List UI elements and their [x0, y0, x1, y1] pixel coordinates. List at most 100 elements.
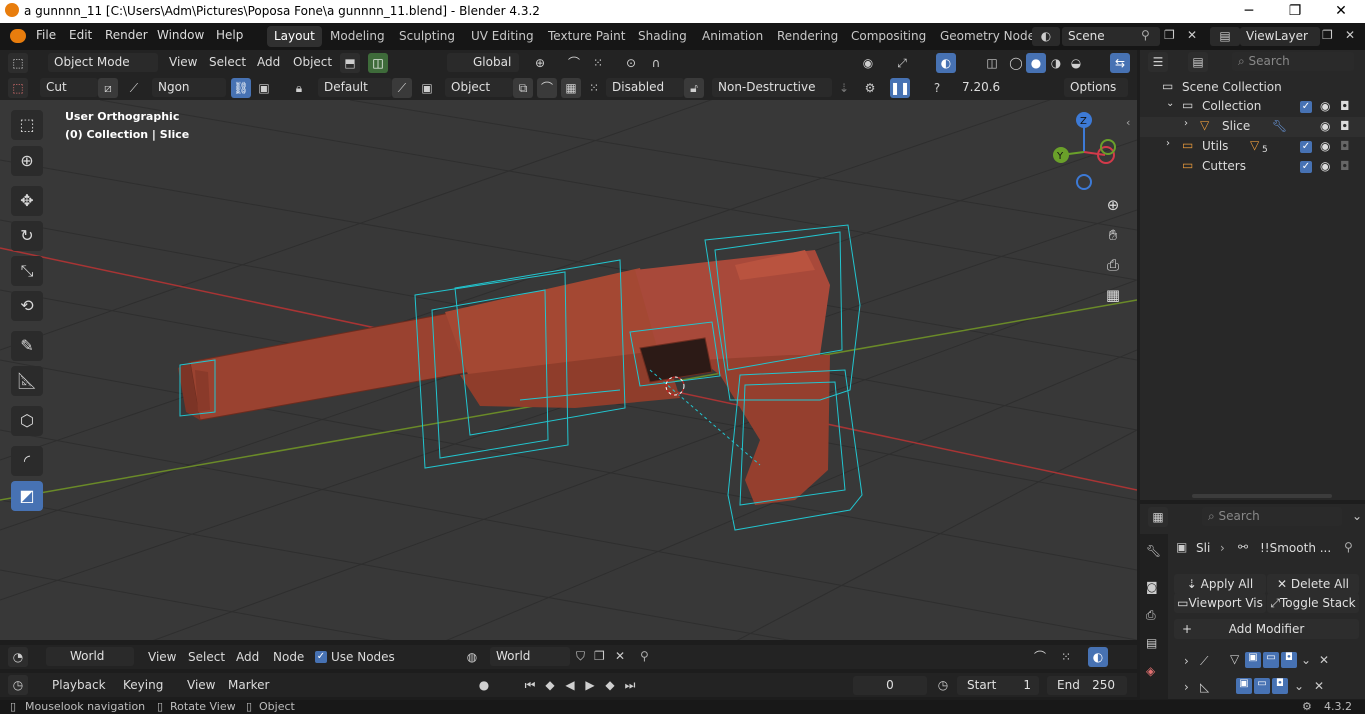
world-icon[interactable]: ◍: [462, 647, 482, 667]
utils-checkbox[interactable]: ✓: [1300, 141, 1312, 153]
options-dropdown[interactable]: Options: [1064, 78, 1128, 97]
modifier-row-1[interactable]: › ⟋ ▽ ▣ ▭ ◘ ⌄ ✕: [1174, 652, 1359, 672]
utils-eye-icon[interactable]: ◉: [1320, 139, 1330, 153]
end-frame-field[interactable]: End 250: [1047, 676, 1127, 695]
outliner-scene-collection[interactable]: ▭ Scene Collection: [1140, 78, 1365, 98]
node-menu-add[interactable]: Add: [236, 650, 259, 664]
pause-icon[interactable]: ❚❚: [890, 78, 910, 98]
scene-selector-icon[interactable]: ◐: [1032, 27, 1060, 46]
jump-end-icon[interactable]: ⏭: [620, 675, 640, 695]
outliner-row-slice[interactable]: › ▽ Slice 🔧︎ ◉ ◘: [1140, 117, 1365, 137]
falloff-icon[interactable]: ∩: [646, 53, 666, 73]
align-icon[interactable]: ⁙: [584, 78, 604, 98]
grid-view-icon[interactable]: ▦: [1100, 282, 1126, 308]
add-cube-tool-icon[interactable]: ⬡: [11, 406, 43, 436]
pivot-icon[interactable]: ⊕: [530, 53, 550, 73]
gizmo-toggle-icon[interactable]: ⤢: [892, 53, 912, 73]
cutters-checkbox[interactable]: ✓: [1300, 161, 1312, 173]
annotate-tool-icon[interactable]: ✎: [11, 331, 43, 361]
boundary-icon[interactable]: ▣: [254, 78, 274, 98]
knife-icon[interactable]: ⟋: [392, 78, 412, 98]
slice-camera-icon[interactable]: ◘: [1340, 119, 1350, 133]
oncage-toggle-icon[interactable]: ▣: [1236, 678, 1252, 694]
expand-chevron-down-icon[interactable]: ⌄: [1166, 98, 1174, 109]
minimize-button[interactable]: ─: [1226, 0, 1272, 23]
snap-grid-icon[interactable]: ⁙: [588, 53, 608, 73]
properties-editor-icon[interactable]: ▦: [1148, 507, 1168, 527]
snap-options-icon[interactable]: ⌒: [537, 78, 557, 98]
tab-texture-paint[interactable]: Texture Paint: [541, 26, 632, 47]
timeline-editor-icon[interactable]: ◷: [8, 675, 28, 695]
duplicate-world-icon[interactable]: ❐: [594, 649, 605, 663]
add-modifier-button[interactable]: + Add Modifier: [1174, 619, 1359, 639]
preview-range-icon[interactable]: ◷: [933, 675, 953, 695]
object-mode-icon[interactable]: ▣: [417, 78, 437, 98]
close-button[interactable]: ✕: [1318, 0, 1364, 23]
rendered-shading-icon[interactable]: ◒: [1066, 53, 1086, 73]
timeline-menu-view[interactable]: View: [187, 678, 215, 692]
outliner-editor-icon[interactable]: ☰: [1148, 52, 1168, 72]
cut-options-icon[interactable]: ⧄: [98, 78, 118, 98]
viewport-toggle-icon[interactable]: ▭: [1263, 652, 1279, 668]
cut-tool-icon[interactable]: ⬚: [8, 78, 28, 98]
node-overlay-icon[interactable]: ◐: [1088, 647, 1108, 667]
new-scene-icon[interactable]: ❐: [1164, 28, 1175, 42]
menu-object[interactable]: Object: [293, 55, 332, 69]
scale-tool-icon[interactable]: ⤡: [11, 256, 43, 286]
play-reverse-icon[interactable]: ◀: [560, 675, 580, 695]
outliner-search[interactable]: ⌕ Search: [1232, 52, 1354, 71]
menu-window[interactable]: Window: [157, 28, 204, 42]
toggle-stack-button[interactable]: ⤢Toggle Stack: [1267, 593, 1359, 613]
view-layer-tab-icon[interactable]: ▤: [1146, 636, 1157, 650]
auto-keying-icon[interactable]: ●: [474, 675, 494, 695]
expand-chevron-right-icon[interactable]: ›: [1184, 680, 1189, 694]
3d-viewport[interactable]: Z Y User Orthographic (0) Collection | S…: [0, 100, 1137, 640]
outliner-row-cutters[interactable]: ▭ Cutters ✓ ◉ ◘: [1140, 157, 1365, 177]
view-layer-icon[interactable]: ▤: [1210, 27, 1240, 46]
delete-view-layer-icon[interactable]: ✕: [1345, 28, 1355, 42]
breadcrumb-object[interactable]: Sli: [1196, 541, 1210, 555]
object-options-icon[interactable]: ⧉: [513, 78, 533, 98]
properties-pin-icon[interactable]: ⚲: [1344, 540, 1353, 554]
current-frame-field[interactable]: 0: [853, 676, 927, 695]
tab-geometry-nodes[interactable]: Geometry Node: [933, 26, 1042, 47]
tab-modeling[interactable]: Modeling: [323, 26, 392, 47]
node-menu-select[interactable]: Select: [188, 650, 225, 664]
collection-checkbox[interactable]: ✓: [1300, 101, 1312, 113]
utils-camera-icon[interactable]: ◘: [1340, 139, 1350, 153]
settings-gear-icon[interactable]: ⚙: [860, 78, 880, 98]
viewport-toggle-icon[interactable]: ▭: [1254, 678, 1270, 694]
outliner-scrollbar[interactable]: [1192, 494, 1332, 498]
pin-icon[interactable]: ⚲: [1141, 28, 1150, 42]
boxcutter-tool-icon[interactable]: ◩: [11, 481, 43, 511]
maximize-button[interactable]: ❐: [1272, 0, 1318, 23]
help-icon[interactable]: ?: [927, 78, 947, 98]
solid-shading-icon[interactable]: ●: [1026, 53, 1046, 73]
delete-all-button[interactable]: ✕ Delete All: [1267, 574, 1359, 594]
jump-start-icon[interactable]: ⏮: [520, 675, 540, 695]
blender-menu-icon[interactable]: [10, 29, 26, 43]
timeline-menu-keying[interactable]: Keying: [123, 678, 163, 692]
cutters-eye-icon[interactable]: ◉: [1320, 159, 1330, 173]
viewport-vis-button[interactable]: ▭Viewport Vis: [1174, 593, 1266, 613]
properties-search[interactable]: ⌕ Search: [1202, 507, 1342, 526]
menu-file[interactable]: File: [36, 28, 56, 42]
render-tab-icon[interactable]: ◙: [1146, 580, 1158, 594]
render-toggle-icon[interactable]: ◘: [1272, 678, 1288, 694]
proportional-edit-icon[interactable]: ⊙: [621, 53, 641, 73]
camera-view-icon[interactable]: ⎙: [1100, 252, 1126, 278]
menu-edit[interactable]: Edit: [69, 28, 92, 42]
tool-tab-icon[interactable]: 🔧︎: [1146, 544, 1161, 558]
draw-line-icon[interactable]: ⟋: [124, 78, 144, 98]
visibility-icon[interactable]: ◉: [858, 53, 878, 73]
transform-orientation[interactable]: Global: [447, 53, 519, 72]
fake-user-shield-icon[interactable]: ⛉: [576, 649, 585, 664]
unlink-world-icon[interactable]: ✕: [615, 649, 625, 663]
modifier-remove-icon[interactable]: ✕: [1314, 679, 1324, 693]
disabled-field[interactable]: Disabled: [606, 78, 684, 97]
timeline-menu-marker[interactable]: Marker: [228, 678, 269, 692]
node-menu-view[interactable]: View: [148, 650, 176, 664]
sidebar-collapse-icon[interactable]: ‹: [1126, 116, 1130, 129]
outliner-row-utils[interactable]: › ▭ Utils ▽ 5 ✓ ◉ ◘: [1140, 137, 1365, 157]
modifier-menu-chevron-icon[interactable]: ⌄: [1301, 653, 1311, 667]
